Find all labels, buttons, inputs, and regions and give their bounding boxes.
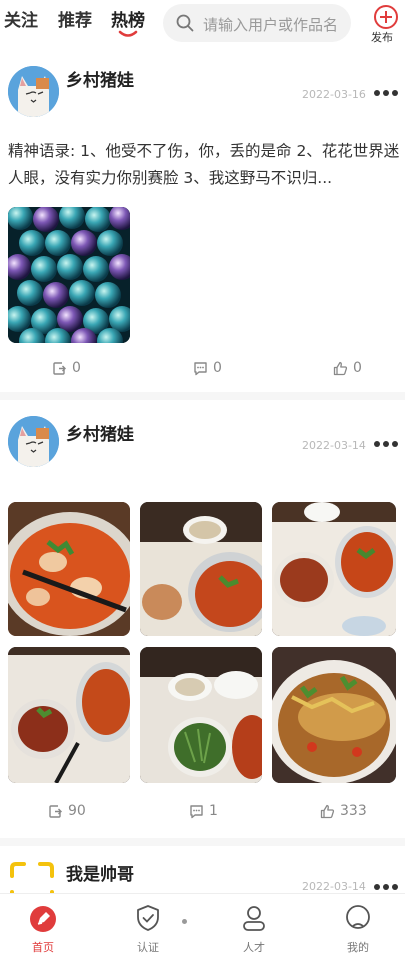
post-username[interactable]: 乡村猪娃 [66, 420, 134, 445]
post-date: 2022-03-14 [302, 439, 366, 452]
nav-dot [182, 919, 187, 924]
post-image[interactable] [8, 502, 130, 636]
post-image[interactable] [140, 647, 262, 783]
post-card: 乡村猪娃 2022-03-14 90 1 333 [0, 400, 405, 840]
top-bar: 关注 推荐 热榜 请输入用户或作品名 发布 [0, 0, 405, 50]
post-image[interactable] [8, 647, 130, 783]
post-username[interactable]: 我是帅哥 [66, 860, 134, 885]
more-options-icon[interactable] [374, 90, 398, 98]
share-count: 0 [72, 360, 81, 376]
thumbs-up-icon [320, 804, 335, 818]
like-count: 333 [340, 803, 367, 819]
post-date: 2022-03-14 [302, 880, 366, 893]
cat-avatar-image [8, 416, 59, 467]
like-button[interactable]: 333 [320, 803, 367, 819]
post-image[interactable] [272, 647, 396, 783]
post-card: 乡村猪娃 2022-03-16 精神语录: 1、他受不了伤，你，丢的是命 2、花… [0, 50, 405, 390]
more-options-icon[interactable] [374, 884, 398, 892]
post-date: 2022-03-16 [302, 88, 366, 101]
avatar[interactable] [8, 860, 56, 893]
nav-home[interactable]: 首页 [8, 894, 78, 960]
like-button[interactable]: 0 [333, 360, 362, 376]
share-icon [53, 361, 66, 375]
bubbles-image [8, 207, 130, 343]
more-options-icon[interactable] [374, 441, 398, 449]
publish-label: 发布 [371, 31, 393, 44]
divider [0, 392, 405, 400]
search-placeholder: 请输入用户或作品名 [203, 16, 339, 34]
nav-talent-label: 人才 [243, 941, 265, 954]
food-image [8, 502, 130, 636]
share-icon [49, 804, 62, 818]
thumbs-up-icon [333, 361, 348, 375]
share-count: 90 [68, 803, 86, 819]
person-icon [243, 906, 265, 931]
avatar-frame-icon [10, 862, 54, 893]
comment-icon [190, 804, 203, 818]
share-button[interactable]: 90 [48, 803, 86, 819]
food-image [140, 502, 262, 636]
nav-talent[interactable]: 人才 [219, 894, 289, 960]
post-text: 精神语录: 1、他受不了伤，你，丢的是命 2、花花世界迷人眼，没有实力你别赛脸 … [8, 142, 400, 187]
food-image [8, 647, 130, 783]
post-card: 我是帅哥 2022-03-14 [0, 846, 405, 893]
post-image[interactable] [272, 502, 396, 636]
tab-recommend[interactable]: 推荐 [58, 6, 92, 31]
tab-hot[interactable]: 热榜 [111, 6, 145, 31]
tab-follow[interactable]: 关注 [4, 6, 38, 31]
plus-circle-icon [374, 5, 398, 29]
bottom-nav: 首页 认证 人才 我的 [0, 893, 405, 960]
like-count: 0 [353, 360, 362, 376]
post-image[interactable] [8, 207, 130, 343]
comment-icon [194, 361, 207, 375]
cat-avatar-image [8, 66, 59, 117]
shield-check-icon [137, 905, 159, 931]
comment-count: 0 [213, 360, 222, 376]
nav-profile-label: 我的 [347, 941, 369, 954]
tab-active-indicator [118, 30, 138, 37]
publish-button[interactable]: 发布 [370, 2, 402, 46]
food-image [272, 647, 396, 783]
home-icon [30, 906, 56, 932]
nav-certify-label: 认证 [137, 941, 159, 954]
share-button[interactable]: 0 [52, 360, 81, 376]
food-image [272, 502, 396, 636]
nav-home-label: 首页 [32, 941, 54, 954]
avatar[interactable] [8, 416, 59, 467]
nav-certify[interactable]: 认证 [113, 894, 183, 960]
divider [0, 838, 405, 846]
search-icon [176, 14, 194, 32]
comment-button[interactable]: 1 [189, 803, 218, 819]
profile-icon [346, 905, 370, 929]
food-image [140, 647, 262, 783]
avatar[interactable] [8, 66, 59, 117]
nav-profile[interactable]: 我的 [323, 894, 393, 960]
post-username[interactable]: 乡村猪娃 [66, 66, 134, 91]
search-input[interactable]: 请输入用户或作品名 [163, 4, 351, 42]
comment-count: 1 [209, 803, 218, 819]
comment-button[interactable]: 0 [193, 360, 222, 376]
post-image[interactable] [140, 502, 262, 636]
